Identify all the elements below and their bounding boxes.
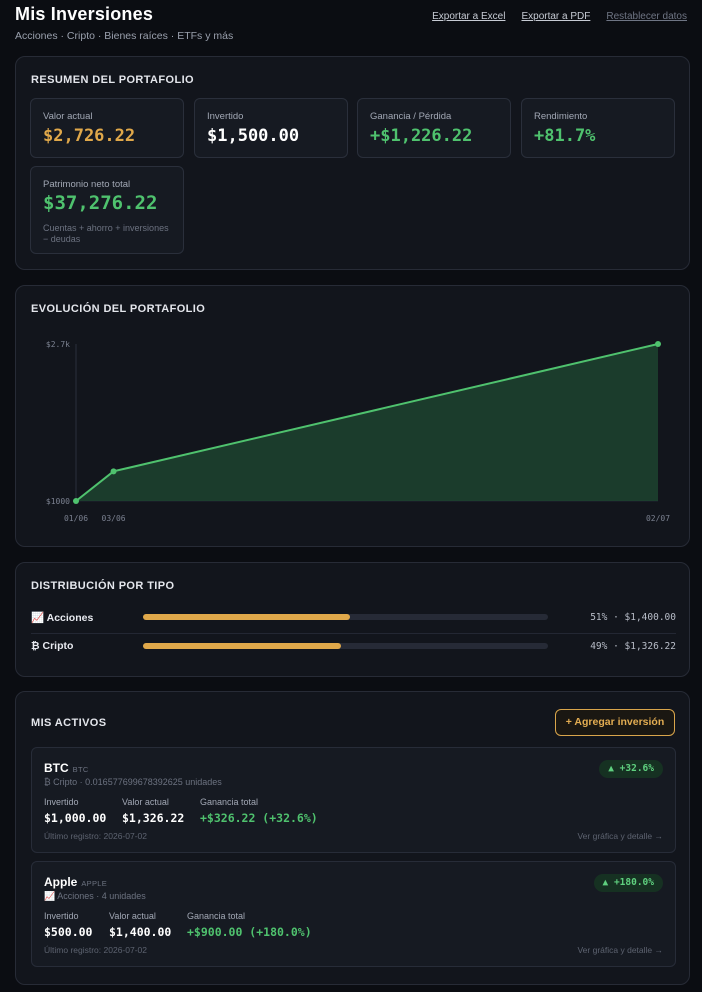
asset-subtitle: 📈 Acciones · 4 unidades bbox=[44, 891, 146, 901]
net-worth-note: Cuentas + ahorro + inversiones − deudas bbox=[43, 223, 169, 244]
distribution-row-acciones: 📈 Acciones 51% · $1,400.00 bbox=[31, 605, 676, 633]
distribution-amount: 49% · $1,326.22 bbox=[590, 641, 676, 652]
stat-value: $1,500.00 bbox=[207, 126, 300, 146]
distribution-label: 📈 Acciones bbox=[31, 612, 94, 624]
add-investment-button[interactable]: + Agregar inversión bbox=[555, 709, 675, 736]
stat-gain-loss: Ganancia / Pérdida +$1,226.22 bbox=[357, 98, 511, 158]
asset-name: Apple APPLE bbox=[44, 875, 108, 889]
asset-ticker: BTC bbox=[72, 765, 89, 774]
data-point bbox=[655, 341, 661, 347]
stat-label: Valor actual bbox=[43, 111, 93, 122]
return-badge: ▲ +32.6% bbox=[599, 760, 663, 778]
my-assets-card: MIS ACTIVOS + Agregar inversión BTC BTC ₿… bbox=[15, 691, 690, 985]
x-tick-label: 02/07 bbox=[646, 514, 670, 523]
asset-total-gain: Ganancia total +$900.00 (+180.0%) bbox=[187, 911, 312, 939]
stat-value: +81.7% bbox=[534, 126, 596, 146]
portfolio-summary-card: RESUMEN DEL PORTAFOLIO Valor actual $2,7… bbox=[15, 56, 690, 270]
x-tick-label: 03/06 bbox=[102, 514, 126, 523]
asset-total-gain: Ganancia total +$326.22 (+32.6%) bbox=[200, 797, 318, 825]
asset-current-value: Valor actual $1,400.00 bbox=[109, 911, 172, 939]
stat-value: +$1,226.22 bbox=[370, 126, 473, 146]
page-subtitle: Acciones · Cripto · Bienes raíces · ETFs… bbox=[15, 30, 234, 42]
stat-invested: Invertido $1,500.00 bbox=[194, 98, 348, 158]
evolution-chart: $2.7k $1000 01/06 03/06 02/07 bbox=[46, 340, 670, 523]
distribution-bar-fill bbox=[143, 643, 342, 649]
return-badge: ▲ +180.0% bbox=[593, 874, 663, 892]
stat-value: $37,276.22 bbox=[43, 192, 158, 214]
bitcoin-icon: ₿ bbox=[31, 640, 40, 652]
reset-data-link[interactable]: Restablecer datos bbox=[606, 11, 687, 22]
distribution-bar bbox=[143, 643, 548, 649]
last-record: Último registro: 2026-07-02 bbox=[44, 831, 147, 841]
y-tick-label: $1000 bbox=[46, 497, 70, 506]
chart-up-icon: 📈 bbox=[31, 612, 45, 624]
stat-value: $2,726.22 bbox=[43, 126, 136, 146]
asset-invested: Invertido $500.00 bbox=[44, 911, 93, 939]
stat-current-value: Valor actual $2,726.22 bbox=[30, 98, 184, 158]
export-excel-link[interactable]: Exportar a Excel bbox=[432, 11, 505, 22]
asset-card-apple[interactable]: Apple APPLE 📈 Acciones · 4 unidades ▲ +18… bbox=[31, 861, 676, 967]
data-point bbox=[110, 468, 117, 475]
distribution-label: ₿ Cripto bbox=[31, 640, 74, 652]
x-tick-label: 01/06 bbox=[64, 514, 88, 523]
distribution-bar-fill bbox=[143, 614, 350, 620]
export-pdf-link[interactable]: Exportar a PDF bbox=[521, 11, 590, 22]
data-point bbox=[73, 498, 79, 504]
page-header: Mis Inversiones Acciones · Cripto · Bien… bbox=[15, 4, 687, 44]
asset-card-btc[interactable]: BTC BTC ₿ Cripto · 0.016577699678392625 u… bbox=[31, 747, 676, 853]
series-area bbox=[76, 344, 658, 501]
stat-net-worth: Patrimonio neto total $37,276.22 Cuentas… bbox=[30, 166, 184, 254]
portfolio-evolution-card: EVOLUCIÓN DEL PORTAFOLIO $2.7k $1000 01/06… bbox=[15, 285, 690, 547]
last-record: Último registro: 2026-07-02 bbox=[44, 945, 147, 955]
asset-invested: Invertido $1,000.00 bbox=[44, 797, 107, 825]
view-chart-detail-link[interactable]: Ver gráfica y detalle → bbox=[577, 945, 663, 955]
distribution-amount: 51% · $1,400.00 bbox=[590, 612, 676, 623]
asset-current-value: Valor actual $1,326.22 bbox=[122, 797, 185, 825]
stat-label: Rendimiento bbox=[534, 111, 588, 122]
header-links: Exportar a Excel Exportar a PDF Restable… bbox=[432, 11, 687, 22]
stat-return: Rendimiento +81.7% bbox=[521, 98, 675, 158]
distribution-bar bbox=[143, 614, 548, 620]
assets-title: MIS ACTIVOS bbox=[31, 717, 107, 729]
distribution-card: DISTRIBUCIÓN POR TIPO 📈 Acciones 51% · $… bbox=[15, 562, 690, 677]
summary-title: RESUMEN DEL PORTAFOLIO bbox=[31, 74, 195, 86]
stat-label: Patrimonio neto total bbox=[43, 179, 131, 190]
distribution-row-cripto: ₿ Cripto 49% · $1,326.22 bbox=[31, 634, 676, 662]
stat-label: Invertido bbox=[207, 111, 244, 122]
asset-subtitle: ₿ Cripto · 0.016577699678392625 unidades bbox=[44, 777, 222, 787]
asset-name: BTC BTC bbox=[44, 761, 89, 775]
y-tick-label: $2.7k bbox=[46, 340, 70, 349]
distribution-title: DISTRIBUCIÓN POR TIPO bbox=[31, 580, 175, 592]
stat-label: Ganancia / Pérdida bbox=[370, 111, 452, 122]
view-chart-detail-link[interactable]: Ver gráfica y detalle → bbox=[577, 831, 663, 841]
asset-ticker: APPLE bbox=[81, 879, 108, 888]
